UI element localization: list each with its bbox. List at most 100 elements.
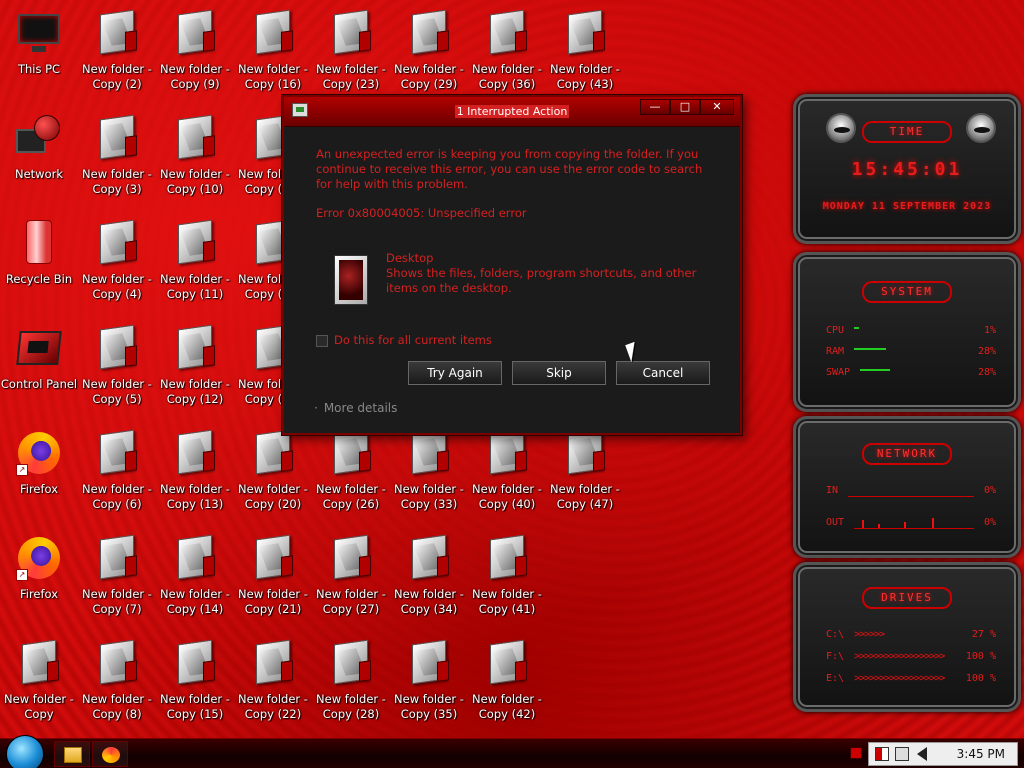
cancel-button[interactable]: Cancel (616, 361, 710, 385)
action-center-flag-icon[interactable] (875, 747, 889, 761)
folder-icon (406, 534, 452, 581)
folder-shortcut[interactable]: New folder - Copy (21) (234, 529, 312, 633)
folder-shortcut[interactable]: New folder - Copy (10) (156, 109, 234, 213)
apply-all-label[interactable]: Do this for all current items (334, 333, 492, 348)
start-button[interactable] (6, 735, 44, 768)
folder-icon (172, 324, 218, 371)
folder-shortcut[interactable]: New folder - Copy (34) (390, 529, 468, 633)
error-code: Error 0x80004005: Unspecified error (316, 206, 527, 220)
folder-shortcut[interactable]: New folder - Copy (4) (78, 214, 156, 318)
desktop-icon-label: Network (14, 167, 64, 181)
desktop-icon-label: New folder - Copy (15) (160, 692, 230, 721)
folder-shortcut[interactable]: New folder - Copy (36) (468, 4, 546, 108)
desktop-icon-label: New folder - Copy (9) (160, 62, 230, 91)
folder-shortcut[interactable]: New folder - Copy (26) (312, 424, 390, 528)
folder-shortcut[interactable]: New folder - Copy (23) (312, 4, 390, 108)
taskbar-firefox[interactable] (92, 741, 128, 767)
system-gadget[interactable]: SYSTEM CPU 1% RAM 28% SWAP 28% (793, 252, 1021, 412)
folder-icon (562, 429, 608, 476)
folder-shortcut[interactable]: New folder - Copy (43) (546, 4, 624, 108)
network-status-icon[interactable] (895, 747, 909, 761)
desktop-icon-label: New folder - Copy (28) (316, 692, 386, 721)
try-again-button[interactable]: Try Again (408, 361, 502, 385)
network-gadget[interactable]: NETWORK IN 0% OUT 0% (793, 416, 1021, 558)
network-icon[interactable]: Network (0, 109, 78, 213)
desktop-icon-label: New folder - Copy (13) (160, 482, 230, 511)
folder-shortcut[interactable]: New folder - Copy (6) (78, 424, 156, 528)
folder-shortcut[interactable]: New folder - Copy (27) (312, 529, 390, 633)
folder-shortcut[interactable]: New folder - Copy (3) (78, 109, 156, 213)
desktop-icon-label: New folder - Copy (14) (160, 587, 230, 616)
desktop-icon-label: New folder - Copy (42) (472, 692, 542, 721)
folder-icon (250, 534, 296, 581)
folder-icon (94, 534, 140, 581)
folder-icon (328, 429, 374, 476)
desktop-icon-label: New folder - Copy (3) (82, 167, 152, 196)
folder-shortcut[interactable]: New folder - Copy (7) (78, 529, 156, 633)
desktop-icon-label: New folder - Copy (5) (82, 377, 152, 406)
folder-shortcut[interactable]: New folder - Copy (0, 634, 78, 738)
folder-shortcut[interactable]: New folder - Copy (8) (78, 634, 156, 738)
folder-icon (250, 639, 296, 686)
network-in-row: IN 0% (826, 485, 996, 497)
folder-shortcut[interactable]: New folder - Copy (13) (156, 424, 234, 528)
drives-gadget[interactable]: DRIVES C:\ >>>>>> 27 % F:\ >>>>>>>>>>>>>>>>… (793, 562, 1021, 712)
more-details-toggle[interactable]: More details (314, 401, 398, 415)
close-button[interactable]: ✕ (700, 99, 734, 115)
folder-shortcut[interactable]: New folder - Copy (14) (156, 529, 234, 633)
volume-icon[interactable] (917, 747, 927, 761)
desktop-icon-label: Firefox (19, 482, 59, 496)
folder-shortcut[interactable]: New folder - Copy (47) (546, 424, 624, 528)
gadget-header: TIME (862, 121, 952, 143)
folder-shortcut[interactable]: New folder - Copy (5) (78, 319, 156, 423)
folder-shortcut[interactable]: New folder - Copy (33) (390, 424, 468, 528)
folder-shortcut[interactable]: New folder - Copy (28) (312, 634, 390, 738)
desktop-icon-label: New folder - Copy (7) (82, 587, 152, 616)
firefox-shortcut-icon-2[interactable]: ↗ Firefox (0, 529, 78, 633)
control-panel-icon[interactable]: Control Panel (0, 319, 78, 423)
time-gadget[interactable]: TIME 15:45:01 MONDAY 11 SEPTEMBER 2023 (793, 94, 1021, 244)
folder-shortcut[interactable]: New folder - Copy (42) (468, 634, 546, 738)
taskbar: 3:45 PM (0, 735, 1024, 768)
desktop-icon-label: New folder - Copy (2) (82, 62, 152, 91)
recycle-bin-icon[interactable]: Recycle Bin (0, 214, 78, 318)
dialog-titlebar[interactable]: 1 Interrupted Action — □ ✕ (284, 97, 740, 127)
desktop-icon-label: New folder - Copy (4) (82, 272, 152, 301)
minimize-button[interactable]: — (640, 99, 670, 115)
desktop-icon-label: New folder - Copy (16) (238, 62, 308, 91)
show-hidden-icons-button[interactable] (850, 747, 862, 759)
swap-row: SWAP 28% (826, 367, 996, 378)
folder-shortcut[interactable]: New folder - Copy (20) (234, 424, 312, 528)
taskbar-file-explorer[interactable] (54, 741, 90, 767)
folder-shortcut[interactable]: New folder - Copy (29) (390, 4, 468, 108)
folder-icon (328, 534, 374, 581)
folder-icon (94, 9, 140, 56)
folder-icon (484, 534, 530, 581)
item-name: Desktop (386, 251, 434, 265)
desktop-icon-label: New folder - Copy (6) (82, 482, 152, 511)
folder-shortcut[interactable]: New folder - Copy (12) (156, 319, 234, 423)
desktop-icon-label: New folder - Copy (40) (472, 482, 542, 511)
desktop-icon-label: New folder - Copy (27) (316, 587, 386, 616)
folder-icon (16, 639, 62, 686)
folder-shortcut[interactable]: New folder - Copy (9) (156, 4, 234, 108)
folder-icon (94, 219, 140, 266)
maximize-button[interactable]: □ (670, 99, 700, 115)
folder-shortcut[interactable]: New folder - Copy (2) (78, 4, 156, 108)
folder-shortcut[interactable]: New folder - Copy (22) (234, 634, 312, 738)
apply-all-checkbox[interactable] (316, 334, 328, 347)
folder-shortcut[interactable]: New folder - Copy (15) (156, 634, 234, 738)
firefox-icon (102, 747, 120, 763)
folder-shortcut[interactable]: New folder - Copy (40) (468, 424, 546, 528)
this-pc-icon[interactable]: This PC (0, 4, 78, 108)
drive-f-row: F:\ >>>>>>>>>>>>>>>>>> 100 % (826, 651, 996, 662)
firefox-shortcut-icon[interactable]: ↗ Firefox (0, 424, 78, 528)
folder-icon (172, 639, 218, 686)
skip-button[interactable]: Skip (512, 361, 606, 385)
folder-shortcut[interactable]: New folder - Copy (11) (156, 214, 234, 318)
taskbar-clock[interactable]: 3:45 PM (957, 747, 1005, 761)
folder-shortcut[interactable]: New folder - Copy (16) (234, 4, 312, 108)
folder-shortcut[interactable]: New folder - Copy (41) (468, 529, 546, 633)
folder-shortcut[interactable]: New folder - Copy (35) (390, 634, 468, 738)
desktop-icon-label: New folder - Copy (47) (550, 482, 620, 511)
